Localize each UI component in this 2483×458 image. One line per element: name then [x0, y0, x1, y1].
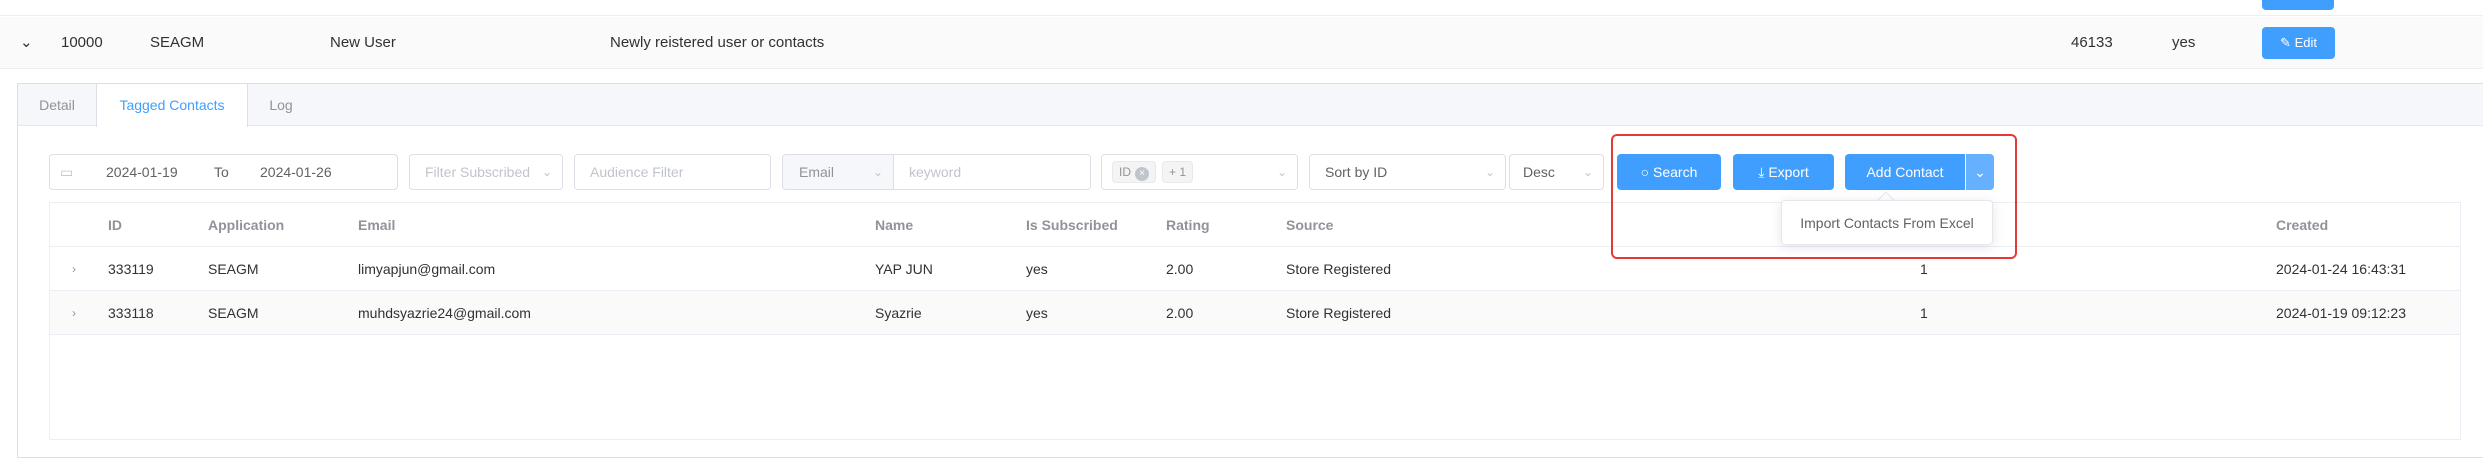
tab-log[interactable]: Log — [248, 84, 314, 126]
sort-by-value: Sort by ID — [1325, 164, 1388, 180]
chevron-down-icon: ⌄ — [1484, 165, 1495, 179]
subscribed-filter-select[interactable]: Filter Subscribed ⌄ — [409, 154, 563, 190]
search-button[interactable]: ○ Search — [1617, 154, 1721, 190]
search-icon: ○ — [1640, 164, 1650, 180]
cell-subscribed: yes — [1026, 261, 1048, 277]
cell-name: Syazrie — [875, 305, 922, 321]
cell-name: YAP JUN — [875, 261, 933, 277]
tag-contact-count: 46133 — [2071, 34, 2113, 51]
cell-rating: 2.00 — [1166, 305, 1194, 321]
chevron-down-icon: ⌄ — [1276, 165, 1287, 179]
field-select[interactable]: Email ⌄ — [782, 154, 894, 190]
cell-rating: 2.00 — [1166, 261, 1194, 277]
collapse-chevron-icon[interactable]: ⌄ — [20, 17, 33, 69]
sort-order-value: Desc — [1523, 164, 1555, 180]
sort-order-select[interactable]: Desc ⌄ — [1509, 154, 1604, 190]
previous-row-strip — [0, 0, 2483, 16]
header-id[interactable]: ID — [108, 203, 122, 247]
tag-enabled: yes — [2172, 34, 2196, 51]
cell-application: SEAGM — [208, 261, 259, 277]
parent-table-row: ⌄ 10000 SEAGM New User Newly reistered u… — [0, 17, 2483, 69]
calendar-icon: ▭ — [60, 164, 74, 180]
tag-description: Newly reistered user or contacts — [610, 34, 825, 51]
chevron-down-icon: ⌄ — [1582, 165, 1593, 179]
selected-tag: ID × — [1112, 161, 1156, 183]
header-is-subscribed[interactable]: Is Subscribed — [1026, 203, 1118, 247]
header-source[interactable]: Source — [1286, 203, 1333, 247]
column-multi-select[interactable]: ID × + 1 ⌄ — [1101, 154, 1298, 190]
header-email[interactable]: Email — [358, 203, 395, 247]
header-name[interactable]: Name — [875, 203, 913, 247]
cell-id: 333119 — [108, 261, 154, 277]
chevron-down-icon: ⌄ — [541, 165, 552, 179]
add-contact-dropdown-toggle[interactable]: ⌄ — [1965, 154, 1994, 190]
date-separator: To — [214, 164, 229, 180]
audience-filter-input[interactable]: Audience Filter — [574, 154, 771, 190]
cell-id: 333118 — [108, 305, 154, 321]
search-label: Search — [1653, 164, 1698, 180]
date-start[interactable]: 2024-01-19 — [106, 155, 178, 189]
expand-row-icon[interactable]: › — [72, 247, 76, 291]
chevron-down-icon: ⌄ — [872, 165, 883, 179]
cell-created: 2024-01-19 09:12:23 — [2276, 305, 2406, 321]
cell-application: SEAGM — [208, 305, 259, 321]
add-contact-button[interactable]: Add Contact — [1845, 154, 1965, 190]
header-application[interactable]: Application — [208, 203, 284, 247]
tag-name: New User — [330, 34, 396, 51]
header-created[interactable]: Created — [2276, 203, 2328, 247]
cell-source: Store Registered — [1286, 261, 1392, 277]
cell-email: muhdsyazrie24@gmail.com — [358, 305, 531, 321]
close-icon[interactable]: × — [1135, 167, 1149, 181]
keyword-input[interactable]: keyword — [893, 154, 1091, 190]
cell-subscribed: yes — [1026, 305, 1048, 321]
tab-bar: Detail Tagged Contacts Log — [18, 84, 2483, 127]
subscribed-filter-placeholder: Filter Subscribed — [425, 164, 531, 180]
tag-id: 10000 — [61, 34, 103, 51]
export-button[interactable]: ⤓ Export — [1733, 154, 1834, 190]
download-icon: ⤓ — [1758, 164, 1765, 180]
edit-button[interactable]: ✎ Edit — [2262, 27, 2335, 59]
cell-extra: 1 — [1920, 305, 1928, 321]
import-contacts-menu-item[interactable]: Import Contacts From Excel — [1781, 200, 1993, 245]
chevron-down-icon: ⌄ — [1974, 164, 1986, 180]
tab-tagged-contacts[interactable]: Tagged Contacts — [96, 84, 248, 127]
previous-edit-button[interactable] — [2262, 0, 2334, 10]
edit-label: Edit — [2294, 35, 2317, 50]
audience-filter-placeholder: Audience Filter — [590, 164, 684, 180]
tab-detail[interactable]: Detail — [18, 84, 96, 126]
more-tags-badge: + 1 — [1162, 161, 1194, 183]
table-header: ID Application Email Name Is Subscribed … — [50, 203, 2460, 247]
sort-by-select[interactable]: Sort by ID ⌄ — [1309, 154, 1506, 190]
cell-source: Store Registered — [1286, 305, 1392, 321]
cell-created: 2024-01-24 16:43:31 — [2276, 261, 2406, 277]
date-end[interactable]: 2024-01-26 — [260, 155, 332, 189]
table-row[interactable]: › 333118 SEAGM muhdsyazrie24@gmail.com S… — [50, 291, 2460, 335]
export-label: Export — [1768, 164, 1809, 180]
cell-extra: 1 — [1920, 261, 1928, 277]
keyword-placeholder: keyword — [909, 164, 962, 180]
expand-row-icon[interactable]: › — [72, 291, 76, 335]
cell-email: limyapjun@gmail.com — [358, 261, 496, 277]
selected-tag-label: ID — [1119, 165, 1131, 179]
edit-icon: ✎ — [2280, 35, 2291, 50]
date-range-picker[interactable]: ▭ 2024-01-19 To 2024-01-26 — [49, 154, 398, 190]
header-rating[interactable]: Rating — [1166, 203, 1210, 247]
add-contact-label: Add Contact — [1866, 164, 1944, 180]
field-select-value: Email — [799, 164, 835, 180]
tag-application: SEAGM — [150, 34, 205, 51]
contacts-table: ID Application Email Name Is Subscribed … — [49, 202, 2461, 440]
table-row[interactable]: › 333119 SEAGM limyapjun@gmail.com YAP J… — [50, 247, 2460, 291]
